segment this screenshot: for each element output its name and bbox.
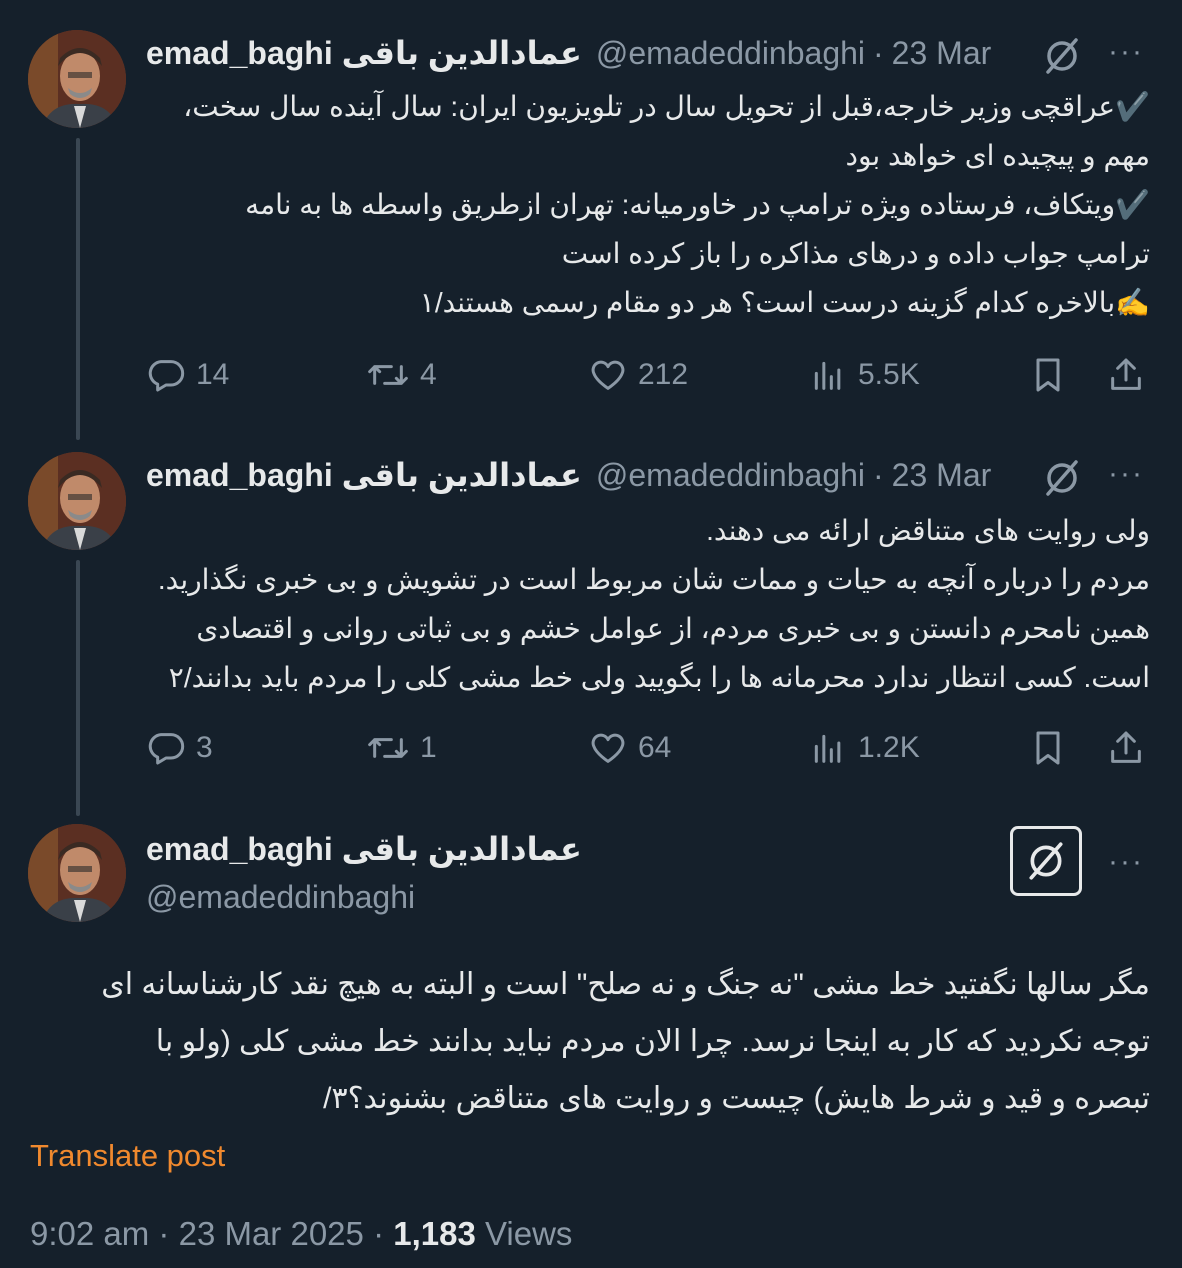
author-name[interactable]: emad_baghi عمادالدین باقی <box>146 456 582 494</box>
grok-icon <box>1029 842 1063 880</box>
like-count: 212 <box>638 358 689 391</box>
tweet-line: مهم و پیچیده ای خواهد بود <box>845 140 1150 171</box>
grok-icon[interactable] <box>1034 28 1090 84</box>
reply-button[interactable]: 3 <box>146 723 213 773</box>
action-bar: 3 1 64 1.2K <box>140 723 1152 773</box>
author-handle[interactable]: @emadeddinbaghi <box>146 879 415 916</box>
bookmark-button[interactable] <box>1028 723 1068 773</box>
repost-icon <box>368 365 408 385</box>
views-count: 1,183 <box>393 1215 476 1252</box>
tweet-line: تبصره و قید و شرط هایش) چیست و روایت های… <box>323 1082 1150 1115</box>
main-tweet-text: مگر سالها نگفتید خط مشی "نه جنگ و نه صلح… <box>101 956 1150 1127</box>
thread-line <box>76 560 80 816</box>
bookmark-icon <box>1036 358 1060 392</box>
reply-count: 3 <box>196 731 213 764</box>
more-icon[interactable]: ··· <box>1108 37 1144 67</box>
separator-dot: · <box>373 1215 394 1252</box>
views-icon <box>814 361 841 390</box>
tweet-date[interactable]: 23 Mar <box>892 35 992 72</box>
tweet-header: emad_baghi عمادالدین باقی @emadeddinbagh… <box>146 450 1142 500</box>
tweet-line: ✍️بالاخره کدام گزینه درست است؟ هر دو مقا… <box>419 287 1150 318</box>
tweet-line: ولی روایت های متناقض ارائه می دهند. <box>706 515 1150 546</box>
tweet-text: ✔️عراقچی وزیر خارجه،قبل از تحویل سال در … <box>183 82 1150 327</box>
views-button[interactable]: 5.5K <box>808 350 920 400</box>
author-name[interactable]: emad_baghi عمادالدین باقی <box>146 34 582 72</box>
tweet-time[interactable]: 9:02 am <box>30 1215 149 1252</box>
share-icon <box>1111 731 1141 763</box>
thread-line <box>76 138 80 440</box>
avatar[interactable] <box>28 824 126 922</box>
reply-icon <box>148 733 185 765</box>
tweet-date[interactable]: 23 Mar <box>892 457 992 494</box>
tweet-line: مردم را درباره آنچه به حیات و ممات شان م… <box>157 564 1150 595</box>
translate-post-link[interactable]: Translate post <box>30 1138 225 1174</box>
reply-button[interactable]: 14 <box>146 350 229 400</box>
repost-button[interactable]: 4 <box>366 350 437 400</box>
tweet-header: emad_baghi عمادالدین باقی @emadeddinbagh… <box>146 28 1142 78</box>
repost-icon <box>368 738 408 758</box>
tweet-line: همین نامحرم دانستن و بی خبری مردم، از عو… <box>196 613 1150 644</box>
separator-dot: · <box>873 34 884 71</box>
share-button[interactable] <box>1106 350 1146 400</box>
repost-button[interactable]: 1 <box>366 723 437 773</box>
tweet-line: است. کسی انتظار ندارد محرمانه ها را بگوی… <box>168 662 1150 693</box>
views-button[interactable]: 1.2K <box>808 723 920 773</box>
like-icon <box>591 733 625 763</box>
tweet-header: emad_baghi عمادالدین باقی <box>146 824 1142 874</box>
tweet-line: ✔️عراقچی وزیر خارجه،قبل از تحویل سال در … <box>183 91 1150 122</box>
action-bar: 14 4 212 5.5K <box>140 350 1152 400</box>
tweet-subheader: @emadeddinbaghi <box>146 872 1142 922</box>
like-icon <box>591 360 625 390</box>
tweet-meta: 9:02 am · 23 Mar 2025 · 1,183 Views <box>30 1215 572 1253</box>
repost-count: 1 <box>420 731 437 764</box>
tweet-text: ولی روایت های متناقض ارائه می دهند. مردم… <box>158 506 1150 702</box>
tweet-full-date[interactable]: 23 Mar 2025 <box>179 1215 364 1252</box>
avatar[interactable] <box>28 30 126 128</box>
views-label: Views <box>485 1215 573 1252</box>
bookmark-button[interactable] <box>1028 350 1068 400</box>
separator-dot: · <box>158 1215 179 1252</box>
tweet-line: مگر سالها نگفتید خط مشی "نه جنگ و نه صلح… <box>101 968 1150 1001</box>
repost-count: 4 <box>420 358 437 391</box>
like-count: 64 <box>638 731 672 764</box>
grok-button[interactable] <box>1010 826 1082 896</box>
reply-count: 14 <box>196 358 230 391</box>
tweet-line: ✔️ویتکاف، فرستاده ویژه ترامپ در خاورمیان… <box>245 189 1150 220</box>
views-count: 5.5K <box>858 358 920 391</box>
tweet-line: ترامپ جواب داده و درهای مذاکره را باز کر… <box>561 238 1150 269</box>
views-icon <box>814 734 841 763</box>
reply-icon <box>148 360 185 392</box>
bookmark-icon <box>1036 731 1060 765</box>
separator-dot: · <box>873 456 884 493</box>
author-name[interactable]: emad_baghi عمادالدین باقی <box>146 830 582 868</box>
grok-icon[interactable] <box>1034 450 1090 506</box>
author-handle[interactable]: @emadeddinbaghi <box>596 457 865 494</box>
more-icon[interactable]: ··· <box>1108 459 1144 489</box>
like-button[interactable]: 212 <box>588 350 688 400</box>
like-button[interactable]: 64 <box>588 723 671 773</box>
author-handle[interactable]: @emadeddinbaghi <box>596 35 865 72</box>
share-button[interactable] <box>1106 723 1146 773</box>
more-icon[interactable]: ··· <box>1108 847 1144 877</box>
views-count: 1.2K <box>858 731 920 764</box>
avatar[interactable] <box>28 452 126 550</box>
share-icon <box>1111 358 1141 390</box>
tweet-line: توجه نکردید که کار به اینجا نرسد. چرا ال… <box>155 1025 1150 1058</box>
